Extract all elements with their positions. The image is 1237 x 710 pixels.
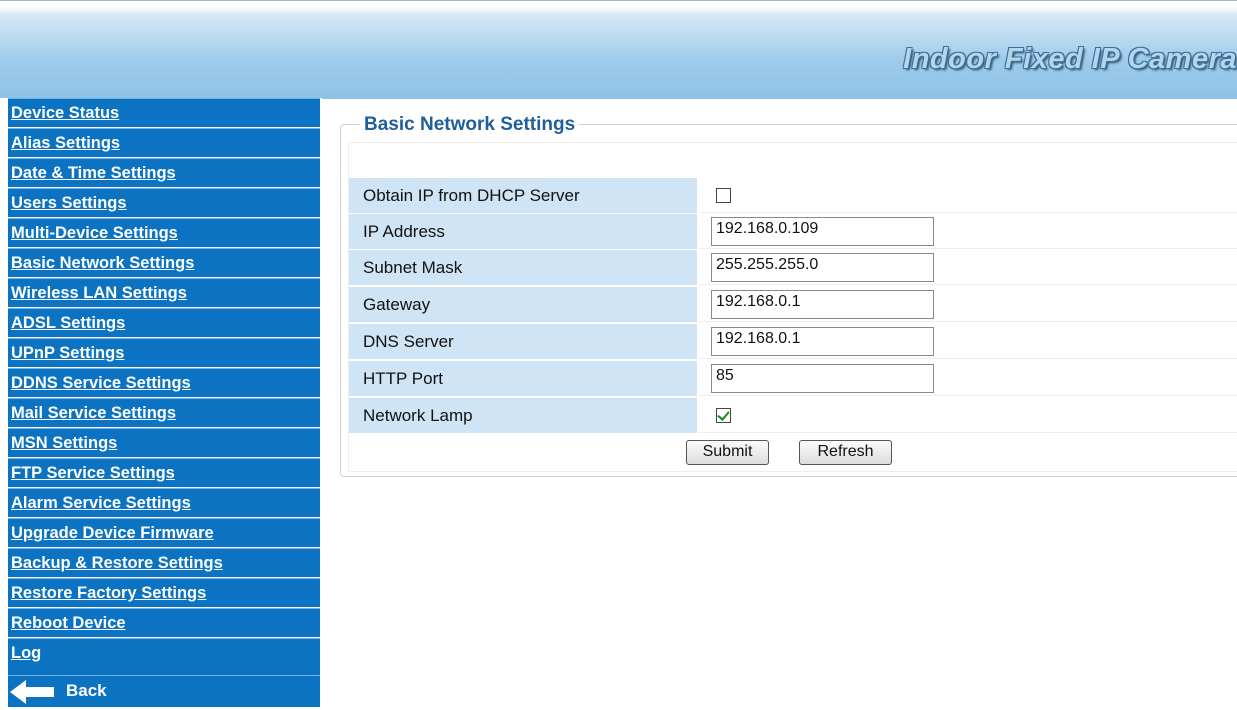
sidebar-item-label: Alarm Service Settings <box>11 494 191 512</box>
sidebar-item-label: Reboot Device <box>11 614 126 632</box>
refresh-button[interactable]: Refresh <box>799 440 892 465</box>
back-label: Back <box>66 681 107 700</box>
sidebar-item-label: Wireless LAN Settings <box>11 284 187 302</box>
sidebar-item-label: Device Status <box>11 104 120 122</box>
sidebar-item-date-time-settings[interactable]: Date & Time Settings <box>8 158 320 187</box>
row-gateway: Gateway 192.168.0.1 <box>349 287 1237 323</box>
sidebar-item-label: Multi-Device Settings <box>11 224 178 242</box>
sidebar-item-label: DDNS Service Settings <box>11 374 191 392</box>
sidebar-item-upgrade-device-firmware[interactable]: Upgrade Device Firmware <box>8 518 320 547</box>
sidebar-item-label: Users Settings <box>11 194 127 212</box>
sidebar-item-multi-device-settings[interactable]: Multi-Device Settings <box>8 218 320 247</box>
ip-address-label: IP Address <box>349 214 697 249</box>
sidebar-item-label: MSN Settings <box>11 434 118 452</box>
subnet-mask-value-cell: 255.255.255.0 <box>699 250 1237 285</box>
sidebar-item-label: Basic Network Settings <box>11 254 195 272</box>
sidebar-item-restore-factory-settings[interactable]: Restore Factory Settings <box>8 578 320 607</box>
sidebar-item-label: Log <box>11 644 42 662</box>
row-dns-server: DNS Server 192.168.0.1 <box>349 324 1237 360</box>
sidebar-item-alarm-service-settings[interactable]: Alarm Service Settings <box>8 488 320 517</box>
sidebar-item-device-status[interactable]: Device Status <box>8 98 320 127</box>
sidebar-item-label: Upgrade Device Firmware <box>11 524 214 542</box>
sidebar-item-label: UPnP Settings <box>11 344 125 362</box>
http-port-input[interactable]: 85 <box>711 364 934 393</box>
sidebar-item-label: Backup & Restore Settings <box>11 554 223 572</box>
dhcp-checkbox[interactable] <box>716 188 731 203</box>
sidebar-item-adsl-settings[interactable]: ADSL Settings <box>8 308 320 337</box>
gateway-label: Gateway <box>349 287 697 322</box>
dns-server-value-cell: 192.168.0.1 <box>699 324 1237 359</box>
network-lamp-value-cell <box>699 398 1237 433</box>
sidebar-item-label: ADSL Settings <box>11 314 126 332</box>
dns-server-label: DNS Server <box>349 324 697 359</box>
dns-server-input[interactable]: 192.168.0.1 <box>711 327 934 356</box>
sidebar-item-log[interactable]: Log <box>8 638 320 675</box>
sidebar-item-ftp-service-settings[interactable]: FTP Service Settings <box>8 458 320 487</box>
http-port-value-cell: 85 <box>699 361 1237 396</box>
sidebar-item-users-settings[interactable]: Users Settings <box>8 188 320 217</box>
banner-title: Indoor Fixed IP Camera <box>903 43 1237 75</box>
sidebar-item-label: FTP Service Settings <box>11 464 175 482</box>
row-network-lamp: Network Lamp <box>349 398 1237 434</box>
gateway-input[interactable]: 192.168.0.1 <box>711 290 934 319</box>
http-port-label: HTTP Port <box>349 361 697 396</box>
dhcp-value-cell <box>699 178 1237 213</box>
ip-address-value-cell: 192.168.0.109 <box>699 214 1237 249</box>
sidebar-item-alias-settings[interactable]: Alias Settings <box>8 128 320 157</box>
section-title: Basic Network Settings <box>360 114 580 136</box>
subnet-mask-input[interactable]: 255.255.255.0 <box>711 253 934 282</box>
gateway-value-cell: 192.168.0.1 <box>699 287 1237 322</box>
sidebar-item-mail-service-settings[interactable]: Mail Service Settings <box>8 398 320 427</box>
row-ip-address: IP Address 192.168.0.109 <box>349 214 1237 250</box>
sidebar-item-backup-restore-settings[interactable]: Backup & Restore Settings <box>8 548 320 577</box>
network-lamp-label: Network Lamp <box>349 398 697 433</box>
sidebar-item-wireless-lan-settings[interactable]: Wireless LAN Settings <box>8 278 320 307</box>
ip-address-input[interactable]: 192.168.0.109 <box>711 217 934 246</box>
network-lamp-checkbox[interactable] <box>716 408 731 423</box>
row-dhcp: Obtain IP from DHCP Server <box>349 178 1237 214</box>
row-http-port: HTTP Port 85 <box>349 361 1237 397</box>
sidebar-item-upnp-settings[interactable]: UPnP Settings <box>8 338 320 367</box>
dhcp-label: Obtain IP from DHCP Server <box>349 178 697 213</box>
back-button[interactable]: Back <box>8 675 320 707</box>
sidebar-item-basic-network-settings[interactable]: Basic Network Settings <box>8 248 320 277</box>
submit-button[interactable]: Submit <box>686 440 769 465</box>
subnet-mask-label: Subnet Mask <box>349 250 697 285</box>
sidebar-item-label: Mail Service Settings <box>11 404 177 422</box>
sidebar-item-label: Restore Factory Settings <box>11 584 207 602</box>
sidebar-item-ddns-service-settings[interactable]: DDNS Service Settings <box>8 368 320 397</box>
header-banner: Indoor Fixed IP Camera <box>0 0 1237 99</box>
back-arrow-icon <box>10 679 56 710</box>
sidebar-item-label: Alias Settings <box>11 134 121 152</box>
sidebar-item-label: Date & Time Settings <box>11 164 176 182</box>
row-subnet-mask: Subnet Mask 255.255.255.0 <box>349 250 1237 286</box>
sidebar-nav: Device Status Alias Settings Date & Time… <box>0 98 322 710</box>
sidebar-item-msn-settings[interactable]: MSN Settings <box>8 428 320 457</box>
sidebar-item-reboot-device[interactable]: Reboot Device <box>8 608 320 637</box>
